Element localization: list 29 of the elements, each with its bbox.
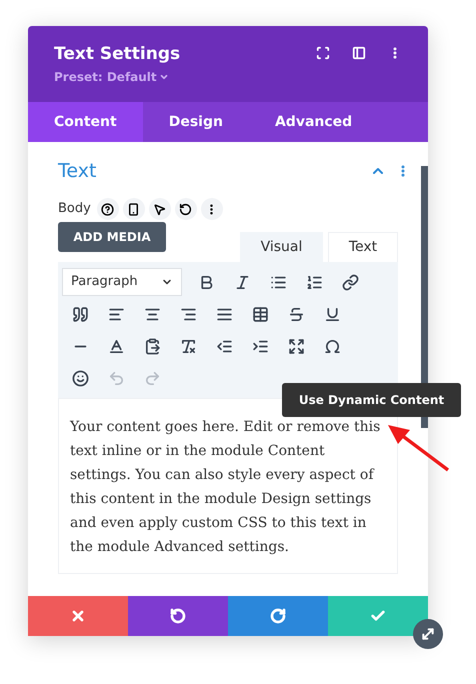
arrow-drawing — [386, 422, 452, 474]
close-icon — [70, 608, 86, 624]
sidebar-icon[interactable] — [352, 46, 366, 60]
panel-title: Text Settings — [54, 43, 180, 66]
focus-icon[interactable] — [316, 46, 330, 60]
tab[interactable]: Advanced — [248, 102, 378, 142]
editor-tab[interactable]: Text — [328, 232, 398, 262]
reset-icon[interactable] — [174, 198, 197, 220]
tab[interactable]: Content — [28, 102, 143, 142]
phone-icon[interactable] — [122, 198, 145, 220]
redo-button[interactable] — [228, 596, 328, 636]
cursor-icon[interactable] — [148, 198, 171, 220]
tooltip: Use Dynamic Content — [282, 383, 461, 417]
redo-icon — [270, 608, 286, 624]
undo-icon — [170, 608, 186, 624]
resize-handle[interactable] — [413, 619, 443, 649]
add-media-button[interactable]: ADD MEDIA — [58, 222, 166, 252]
caret-icon — [158, 72, 169, 82]
undo-button[interactable] — [128, 596, 228, 636]
save-button[interactable] — [328, 596, 428, 636]
preset-dropdown[interactable]: Preset: Default — [54, 68, 180, 86]
help-icon[interactable] — [96, 198, 119, 220]
tab[interactable]: Design — [142, 102, 249, 142]
format-select[interactable]: Paragraph — [62, 268, 182, 296]
editor-tab[interactable]: Visual — [240, 232, 323, 262]
more-icon[interactable] — [200, 198, 223, 220]
section-title: Text — [58, 159, 96, 184]
content-paragraph: Your content goes here. Edit or remove this text inline or in the module Content settings. You can also style every aspect of this content in the module Design settings and even apply custom CSS to this text in the module Advanced settings. — [70, 418, 382, 557]
field-label: Body — [58, 200, 91, 218]
